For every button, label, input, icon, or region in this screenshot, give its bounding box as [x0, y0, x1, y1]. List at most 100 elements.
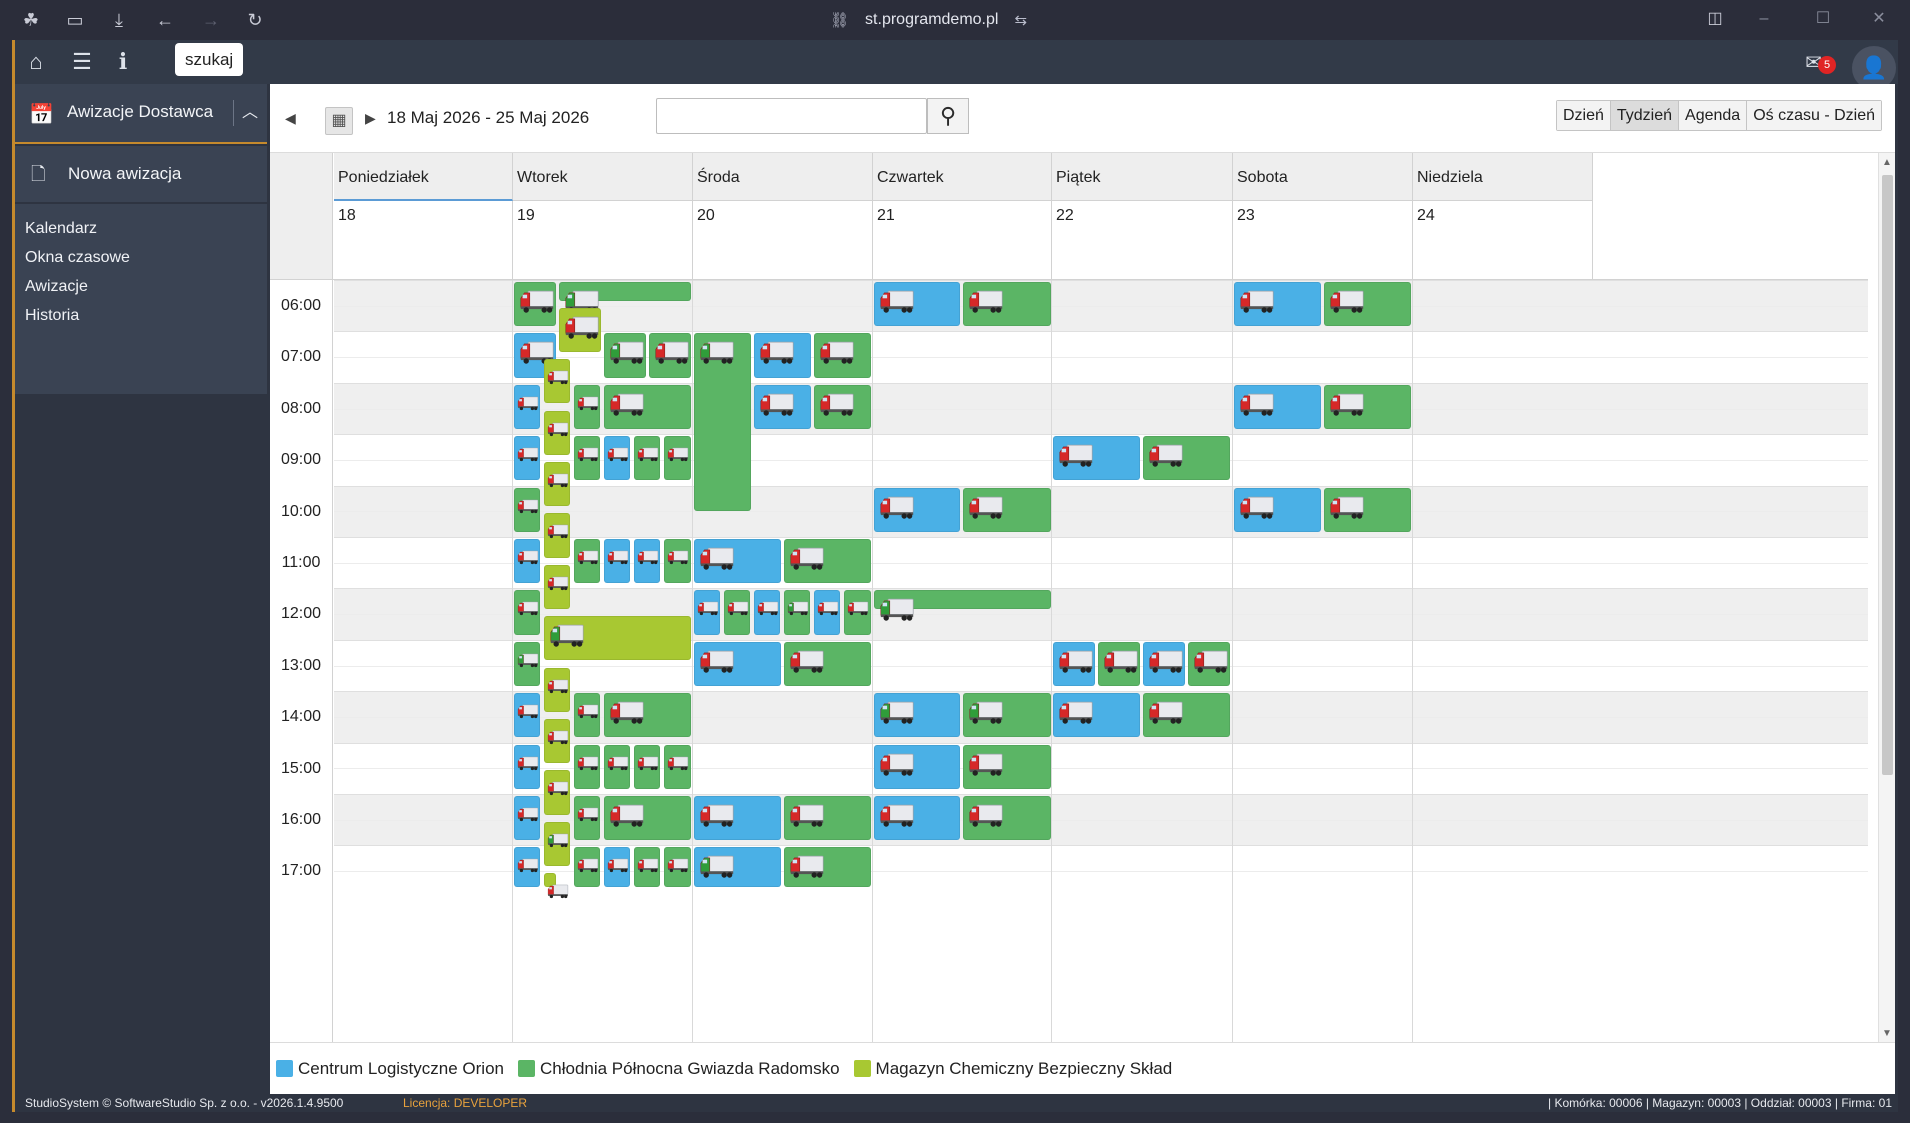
maximize-icon[interactable]: ☐ [1812, 8, 1834, 30]
day-header[interactable]: Środa [693, 153, 873, 201]
day-header[interactable]: Sobota [1233, 153, 1413, 201]
delivery-event[interactable] [544, 359, 570, 404]
delivery-event[interactable] [634, 539, 660, 584]
sidebar-module-header[interactable]: 📅 Awizacje Dostawca ︿ [15, 84, 267, 144]
delivery-event[interactable] [604, 847, 630, 887]
delivery-event[interactable] [963, 693, 1051, 738]
delivery-event[interactable] [1143, 641, 1185, 687]
view-week-button[interactable]: Tydzień [1610, 101, 1680, 130]
home-icon[interactable]: ⌂ [22, 48, 50, 76]
delivery-event[interactable] [1234, 384, 1321, 430]
delivery-event[interactable] [1188, 641, 1230, 687]
delivery-event[interactable] [514, 744, 540, 789]
sidebar-item-time-windows[interactable]: Okna czasowe [25, 249, 130, 267]
delivery-event[interactable] [694, 847, 781, 887]
delivery-event[interactable] [514, 539, 540, 584]
delivery-event[interactable] [544, 410, 570, 455]
delivery-event[interactable] [874, 590, 1051, 622]
delivery-event[interactable] [634, 744, 660, 789]
sidebar-new-notice[interactable]: 🗋 Nowa awizacja [15, 146, 267, 202]
delivery-event[interactable] [544, 513, 570, 558]
delivery-event[interactable] [1143, 436, 1230, 481]
day-header[interactable]: Niedziela [1413, 153, 1593, 201]
delivery-event[interactable] [514, 487, 540, 532]
delivery-event[interactable] [649, 333, 691, 378]
delivery-event[interactable] [1234, 487, 1321, 532]
delivery-event[interactable] [604, 436, 630, 481]
site-settings-icon[interactable]: ⇆ [1014, 11, 1027, 29]
delivery-event[interactable] [754, 590, 780, 635]
delivery-event[interactable] [694, 590, 720, 635]
search-button[interactable]: szukaj [175, 43, 244, 76]
delivery-event[interactable] [784, 847, 871, 887]
delivery-event[interactable] [514, 693, 540, 738]
day-header[interactable]: Poniedziałek [334, 153, 513, 201]
day-header[interactable]: Wtorek [513, 153, 693, 201]
scroll-thumb[interactable] [1882, 175, 1893, 775]
delivery-event[interactable] [963, 744, 1051, 789]
reload-icon[interactable]: ↻ [244, 10, 266, 30]
delivery-event[interactable] [544, 461, 570, 507]
delivery-event[interactable] [544, 718, 570, 764]
delivery-event[interactable] [574, 744, 600, 789]
delivery-event[interactable] [844, 590, 871, 635]
view-timeline-button[interactable]: Oś czasu - Dzień [1747, 101, 1881, 130]
delivery-event[interactable] [574, 384, 600, 430]
day-header[interactable]: Czwartek [873, 153, 1052, 201]
info-icon[interactable]: i [109, 48, 137, 76]
browser-logo-icon[interactable]: ☘ [20, 10, 42, 30]
delivery-event[interactable] [664, 847, 691, 887]
delivery-event[interactable] [574, 847, 600, 887]
delivery-event[interactable] [874, 487, 960, 532]
view-day-button[interactable]: Dzień [1556, 101, 1611, 130]
delivery-event[interactable] [544, 821, 570, 866]
delivery-event[interactable] [754, 384, 811, 430]
delivery-event[interactable] [754, 333, 811, 378]
day-header[interactable]: Piątek [1052, 153, 1233, 201]
delivery-event[interactable] [874, 693, 960, 738]
calendar-search-input[interactable] [656, 98, 927, 134]
next-week-icon[interactable]: ▶ [365, 110, 376, 127]
delivery-event[interactable] [604, 539, 630, 584]
sidebar-item-calendar[interactable]: Kalendarz [25, 220, 97, 238]
vertical-scrollbar[interactable]: ▲ ▼ [1878, 153, 1895, 1042]
delivery-event[interactable] [814, 384, 871, 430]
chevron-up-icon[interactable]: ︿ [233, 100, 258, 126]
delivery-event[interactable] [664, 744, 691, 789]
sidebar-item-notices[interactable]: Awizacje [25, 278, 88, 296]
delivery-event[interactable] [694, 641, 781, 687]
day-number-cell[interactable]: 21 [873, 201, 1052, 279]
delivery-event[interactable] [574, 693, 600, 738]
delivery-event[interactable] [784, 641, 871, 687]
delivery-event[interactable] [634, 847, 660, 887]
delivery-event[interactable] [1324, 282, 1411, 327]
delivery-event[interactable] [1098, 641, 1140, 687]
delivery-event[interactable] [514, 796, 540, 841]
delivery-event[interactable] [559, 282, 691, 313]
delivery-event[interactable] [1053, 641, 1095, 687]
delivery-event[interactable] [694, 796, 781, 841]
delivery-event[interactable] [604, 693, 691, 738]
delivery-event[interactable] [1053, 436, 1140, 481]
delivery-event[interactable] [784, 539, 871, 584]
split-view-icon[interactable]: ◫ [1704, 8, 1726, 30]
delivery-event[interactable] [694, 539, 781, 584]
delivery-event[interactable] [664, 539, 691, 584]
delivery-event[interactable] [604, 384, 691, 430]
sidebar-item-history[interactable]: Historia [25, 307, 79, 325]
delivery-event[interactable] [874, 796, 960, 841]
delivery-event[interactable] [1324, 487, 1411, 532]
delivery-event[interactable] [544, 667, 570, 712]
delivery-event[interactable] [694, 333, 751, 512]
day-number-cell[interactable]: 24 [1413, 201, 1593, 279]
delivery-event[interactable] [784, 796, 871, 841]
delivery-event[interactable] [874, 282, 960, 327]
minimize-icon[interactable]: – [1753, 8, 1775, 30]
delivery-event[interactable] [634, 436, 660, 481]
delivery-event[interactable] [604, 796, 691, 841]
search-icon[interactable]: ⚲ [927, 98, 969, 134]
delivery-event[interactable] [604, 744, 630, 789]
delivery-event[interactable] [514, 384, 540, 430]
delivery-event[interactable] [514, 641, 540, 687]
delivery-event[interactable] [544, 770, 570, 815]
